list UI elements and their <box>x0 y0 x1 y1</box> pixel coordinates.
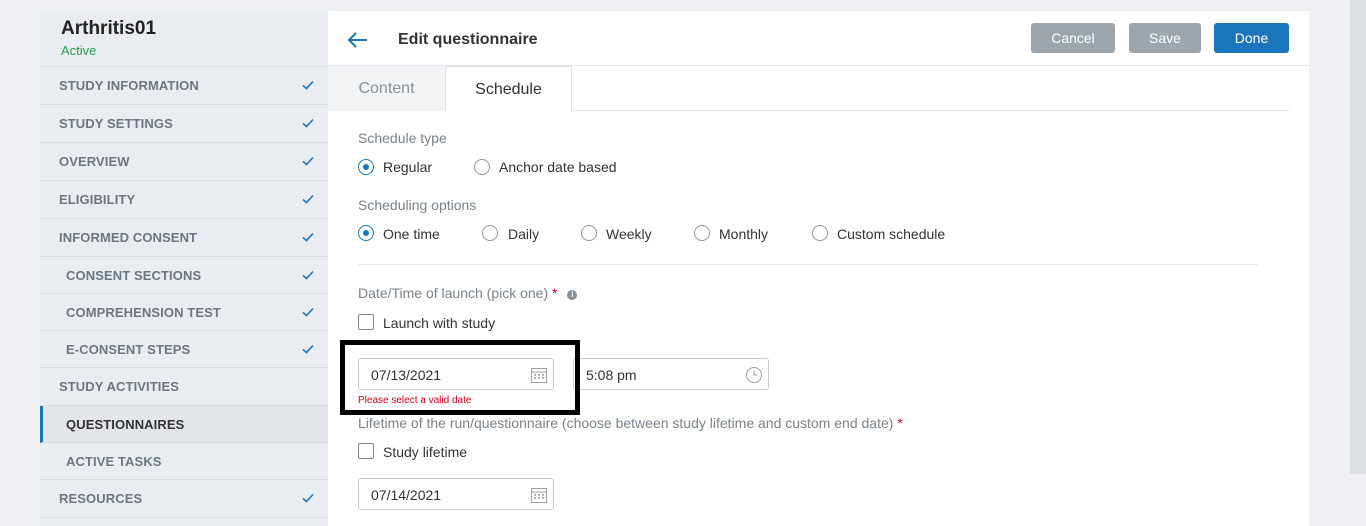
save-button[interactable]: Save <box>1129 23 1201 53</box>
sidebar-item-label: STUDY SETTINGS <box>59 116 173 131</box>
sidebar-item-label: INFORMED CONSENT <box>59 230 198 245</box>
check-icon <box>302 307 314 317</box>
radio-daily-label: Daily <box>508 226 540 242</box>
sidebar-item-active-tasks[interactable]: ACTIVE TASKS <box>40 443 328 480</box>
sidebar-item-study-information[interactable]: STUDY INFORMATION <box>40 67 328 105</box>
radio-weekly-label: Weekly <box>606 226 652 242</box>
radio-regular-label: Regular <box>383 159 433 175</box>
sidebar-item-study-settings[interactable]: STUDY SETTINGS <box>40 105 328 143</box>
radio-custom-schedule[interactable] <box>812 225 828 241</box>
sidebar-item-overview[interactable]: OVERVIEW <box>40 143 328 181</box>
launch-time-value: 5:08 pm <box>586 367 637 383</box>
tab-schedule[interactable]: Schedule <box>445 66 572 112</box>
study-header: Arthritis01 Active <box>40 11 328 67</box>
sidebar-item-label: STUDY INFORMATION <box>59 78 199 93</box>
check-icon <box>302 80 314 90</box>
sidebar-item-label: RESOURCES <box>59 491 143 506</box>
study-status: Active <box>61 43 97 58</box>
clock-icon[interactable] <box>745 366 763 384</box>
done-button[interactable]: Done <box>1214 23 1289 53</box>
lifetime-label: Lifetime of the run/questionnaire (choos… <box>358 415 903 431</box>
tab-bar: Content Schedule <box>328 66 1289 112</box>
radio-anchor-date-label: Anchor date based <box>499 159 617 175</box>
end-date-value: 07/14/2021 <box>371 487 442 503</box>
launch-time-input[interactable]: 5:08 pm <box>573 358 769 390</box>
radio-regular[interactable] <box>358 159 374 175</box>
launch-label-text: Date/Time of launch (pick one) <box>358 285 549 301</box>
required-marker: * <box>552 285 558 301</box>
radio-one-time[interactable] <box>358 225 374 241</box>
radio-custom-schedule-label: Custom schedule <box>837 226 946 242</box>
sidebar-item-consent-sections[interactable]: CONSENT SECTIONS <box>40 257 328 294</box>
highlight-box <box>340 340 580 415</box>
radio-monthly[interactable] <box>694 225 710 241</box>
scheduling-options-label: Scheduling options <box>358 197 477 213</box>
launch-with-study-label: Launch with study <box>383 315 496 331</box>
check-icon <box>302 493 314 503</box>
main-panel: Edit questionnaire Cancel Save Done Cont… <box>328 11 1309 526</box>
divider <box>358 264 1258 265</box>
cancel-button[interactable]: Cancel <box>1031 23 1115 53</box>
sidebar-item-label: ELIGIBILITY <box>59 192 136 207</box>
check-icon <box>302 232 314 242</box>
sidebar-item-label: QUESTIONNAIRES <box>66 416 185 432</box>
sidebar-item-label: CONSENT SECTIONS <box>66 267 202 283</box>
check-icon <box>302 344 314 354</box>
sidebar-item-e-consent-steps[interactable]: E-CONSENT STEPS <box>40 331 328 368</box>
sidebar-item-questionnaires[interactable]: QUESTIONNAIRES <box>40 406 328 443</box>
sidebar-item-informed-consent[interactable]: INFORMED CONSENT <box>40 219 328 257</box>
required-marker: * <box>897 415 903 431</box>
end-date-input[interactable]: 07/14/2021 <box>358 478 554 510</box>
sidebar: Arthritis01 Active STUDY INFORMATION STU… <box>40 11 328 526</box>
launch-label: Date/Time of launch (pick one) * i <box>358 285 578 301</box>
sidebar-item-eligibility[interactable]: ELIGIBILITY <box>40 181 328 219</box>
sidebar-item-label: COMPREHENSION TEST <box>66 304 221 320</box>
radio-one-time-label: One time <box>383 226 440 242</box>
header-bar: Edit questionnaire Cancel Save Done <box>328 11 1309 66</box>
scrollbar[interactable] <box>1350 0 1366 474</box>
radio-monthly-label: Monthly <box>719 226 769 242</box>
calendar-icon[interactable] <box>530 486 548 504</box>
check-icon <box>302 194 314 204</box>
sidebar-item-label: OVERVIEW <box>59 154 130 169</box>
info-icon[interactable]: i <box>567 290 578 300</box>
radio-daily[interactable] <box>482 225 498 241</box>
sidebar-item-label: STUDY ACTIVITIES <box>59 379 180 394</box>
schedule-type-label: Schedule type <box>358 130 447 146</box>
sidebar-item-label: ACTIVE TASKS <box>66 453 162 469</box>
back-arrow-icon[interactable] <box>346 30 370 50</box>
tab-content[interactable]: Content <box>328 66 445 111</box>
launch-with-study-checkbox[interactable] <box>358 314 374 330</box>
check-icon <box>302 156 314 166</box>
check-icon <box>302 270 314 280</box>
sidebar-item-study-activities[interactable]: STUDY ACTIVITIES <box>40 368 328 406</box>
check-icon <box>302 118 314 128</box>
sidebar-item-label: E-CONSENT STEPS <box>66 341 191 357</box>
study-lifetime-checkbox[interactable] <box>358 443 374 459</box>
study-lifetime-label: Study lifetime <box>383 444 468 460</box>
radio-anchor-date[interactable] <box>474 159 490 175</box>
radio-weekly[interactable] <box>581 225 597 241</box>
sidebar-item-comprehension-test[interactable]: COMPREHENSION TEST <box>40 294 328 331</box>
sidebar-item-resources[interactable]: RESOURCES <box>40 480 328 518</box>
lifetime-label-text: Lifetime of the run/questionnaire (choos… <box>358 415 894 431</box>
study-name: Arthritis01 <box>61 18 157 39</box>
page-title: Edit questionnaire <box>398 31 538 48</box>
